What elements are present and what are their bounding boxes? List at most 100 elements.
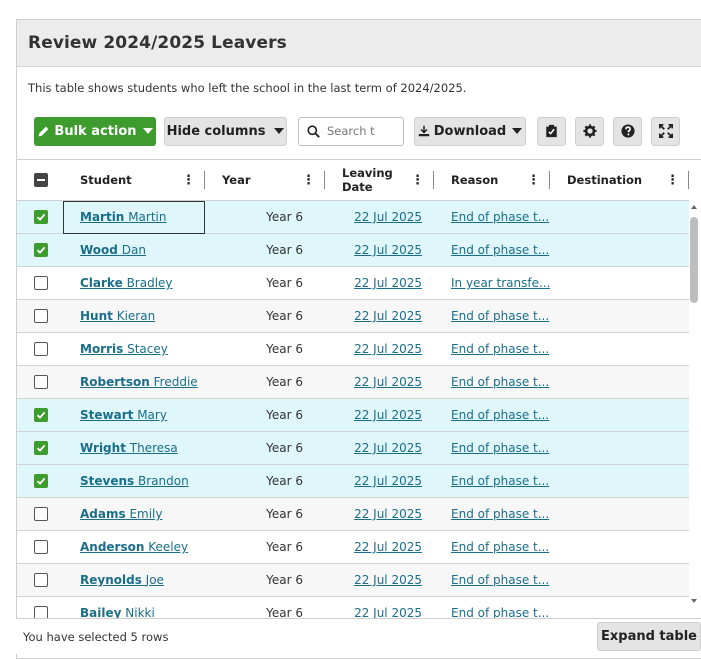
table-row[interactable]: Martin Martin Year 6 22 Jul 2025 End of pha…	[17, 200, 689, 234]
reason-link[interactable]: End of phase t...	[451, 474, 549, 488]
year-cell: Year 6	[205, 596, 325, 619]
table-row[interactable]: Stewart Mary Year 6 22 Jul 2025 End of phas…	[17, 398, 689, 432]
leaving-date-link[interactable]: 22 Jul 2025	[354, 309, 422, 323]
row-checkbox[interactable]	[34, 408, 48, 423]
reason-link[interactable]: End of phase t...	[451, 408, 549, 422]
reason-link[interactable]: End of phase t...	[451, 441, 549, 455]
row-checkbox[interactable]	[34, 474, 48, 489]
reason-link[interactable]: End of phase t...	[451, 573, 549, 587]
table-row[interactable]: Bailey Nikki Year 6 22 Jul 2025 End of phas…	[17, 596, 689, 619]
expand-table-button[interactable]: Expand table	[597, 622, 701, 651]
leaving-date-link[interactable]: 22 Jul 2025	[354, 540, 422, 554]
column-menu-icon[interactable]: ⋮	[411, 173, 424, 188]
hide-columns-button[interactable]: Hide columns	[164, 116, 287, 146]
row-checkbox[interactable]	[34, 276, 48, 291]
select-all-checkbox[interactable]	[34, 173, 48, 187]
table-row[interactable]: Clarke Bradley Year 6 22 Jul 2025 In year t…	[17, 266, 689, 300]
scroll-down-arrow-icon[interactable]	[691, 599, 697, 603]
table-row[interactable]: Robertson Freddie Year 6 22 Jul 2025 End of…	[17, 365, 689, 399]
reason-link[interactable]: End of phase t...	[451, 210, 549, 224]
student-link[interactable]: Morris Stacey	[80, 342, 168, 356]
table-row[interactable]: Adams Emily Year 6 22 Jul 2025 End of phase…	[17, 497, 689, 531]
leaving-date-link[interactable]: 22 Jul 2025	[354, 342, 422, 356]
leaving-date-link[interactable]: 22 Jul 2025	[354, 276, 422, 290]
column-header-label: Destination	[567, 173, 643, 187]
leaving-date-cell: 22 Jul 2025	[325, 365, 434, 399]
leaving-date-link[interactable]: 22 Jul 2025	[354, 210, 422, 224]
student-cell: Stewart Mary	[63, 398, 205, 432]
reason-link[interactable]: End of phase t...	[451, 375, 549, 389]
table-row[interactable]: Anderson Keeley Year 6 22 Jul 2025 End of p…	[17, 530, 689, 564]
student-link[interactable]: Martin Martin	[80, 210, 166, 224]
column-header-student[interactable]: Student ⋮	[63, 160, 205, 201]
reason-cell: End of phase t...	[434, 398, 550, 432]
column-menu-icon[interactable]: ⋮	[182, 173, 195, 188]
leaving-date-link[interactable]: 22 Jul 2025	[354, 573, 422, 587]
table-row[interactable]: Reynolds Joe Year 6 22 Jul 2025 End of phas…	[17, 563, 689, 597]
column-header-leaving-date[interactable]: Leaving Date ⋮	[325, 160, 434, 201]
search-field[interactable]	[298, 116, 404, 146]
table-row[interactable]: Hunt Kieran Year 6 22 Jul 2025 End of phase…	[17, 299, 689, 333]
table-row[interactable]: Morris Stacey Year 6 22 Jul 2025 End of pha…	[17, 332, 689, 366]
student-cell: Anderson Keeley	[63, 530, 205, 564]
leaving-date-link[interactable]: 22 Jul 2025	[354, 375, 422, 389]
leaving-date-link[interactable]: 22 Jul 2025	[354, 243, 422, 257]
row-checkbox[interactable]	[34, 375, 48, 390]
column-header-year[interactable]: Year ⋮	[205, 160, 325, 201]
bulk-action-button[interactable]: Bulk action	[34, 116, 156, 146]
reason-cell: End of phase t...	[434, 497, 550, 531]
clipboard-check-button[interactable]	[537, 116, 566, 146]
download-button[interactable]: Download	[414, 116, 526, 146]
reason-link[interactable]: End of phase t...	[451, 309, 549, 323]
scrollbar-thumb[interactable]	[690, 217, 698, 303]
student-link[interactable]: Reynolds Joe	[80, 573, 164, 587]
reason-link[interactable]: End of phase t...	[451, 243, 549, 257]
toolbar: Bulk action Hide columns Download	[17, 104, 701, 158]
reason-link[interactable]: In year transfe...	[451, 276, 550, 290]
row-checkbox[interactable]	[34, 243, 48, 258]
row-checkbox[interactable]	[34, 441, 48, 456]
fullscreen-button[interactable]	[651, 116, 680, 146]
row-checkbox[interactable]	[34, 342, 48, 357]
table-row[interactable]: Stevens Brandon Year 6 22 Jul 2025 End of p…	[17, 464, 689, 498]
leaving-date-link[interactable]: 22 Jul 2025	[354, 441, 422, 455]
student-link[interactable]: Clarke Bradley	[80, 276, 173, 290]
column-menu-icon[interactable]: ⋮	[527, 173, 540, 188]
reason-link[interactable]: End of phase t...	[451, 507, 549, 521]
student-link[interactable]: Hunt Kieran	[80, 309, 155, 323]
leaving-date-cell: 22 Jul 2025	[325, 266, 434, 300]
checkmark-icon	[36, 247, 46, 255]
help-button[interactable]	[613, 116, 642, 146]
search-input[interactable]	[327, 124, 397, 138]
student-link[interactable]: Wright Theresa	[80, 441, 178, 455]
student-link[interactable]: Robertson Freddie	[80, 375, 198, 389]
destination-cell	[550, 332, 689, 366]
reason-link[interactable]: End of phase t...	[451, 540, 549, 554]
settings-button[interactable]	[575, 116, 604, 146]
student-link[interactable]: Adams Emily	[80, 507, 163, 521]
leaving-date-link[interactable]: 22 Jul 2025	[354, 474, 422, 488]
student-link[interactable]: Stewart Mary	[80, 408, 167, 422]
table-row[interactable]: Wood Dan Year 6 22 Jul 2025 End of phase t.…	[17, 233, 689, 267]
leaving-date-cell: 22 Jul 2025	[325, 299, 434, 333]
column-header-reason[interactable]: Reason ⋮	[434, 160, 550, 201]
student-cell: Clarke Bradley	[63, 266, 205, 300]
reason-link[interactable]: End of phase t...	[451, 342, 549, 356]
leaving-date-link[interactable]: 22 Jul 2025	[354, 408, 422, 422]
table-row[interactable]: Wright Theresa Year 6 22 Jul 2025 End of ph…	[17, 431, 689, 465]
scroll-up-arrow-icon[interactable]	[691, 205, 697, 209]
student-link[interactable]: Anderson Keeley	[80, 540, 188, 554]
row-checkbox[interactable]	[34, 540, 48, 555]
column-menu-icon[interactable]: ⋮	[302, 173, 315, 188]
row-checkbox[interactable]	[34, 573, 48, 588]
leaving-date-cell: 22 Jul 2025	[325, 398, 434, 432]
column-header-destination[interactable]: Destination ⋮	[550, 160, 689, 201]
row-checkbox[interactable]	[34, 507, 48, 522]
student-link[interactable]: Stevens Brandon	[80, 474, 189, 488]
row-checkbox[interactable]	[34, 210, 48, 225]
leaving-date-link[interactable]: 22 Jul 2025	[354, 507, 422, 521]
student-link[interactable]: Wood Dan	[80, 243, 146, 257]
column-menu-icon[interactable]: ⋮	[666, 173, 679, 188]
row-checkbox[interactable]	[34, 309, 48, 324]
leaving-date-cell: 22 Jul 2025	[325, 332, 434, 366]
